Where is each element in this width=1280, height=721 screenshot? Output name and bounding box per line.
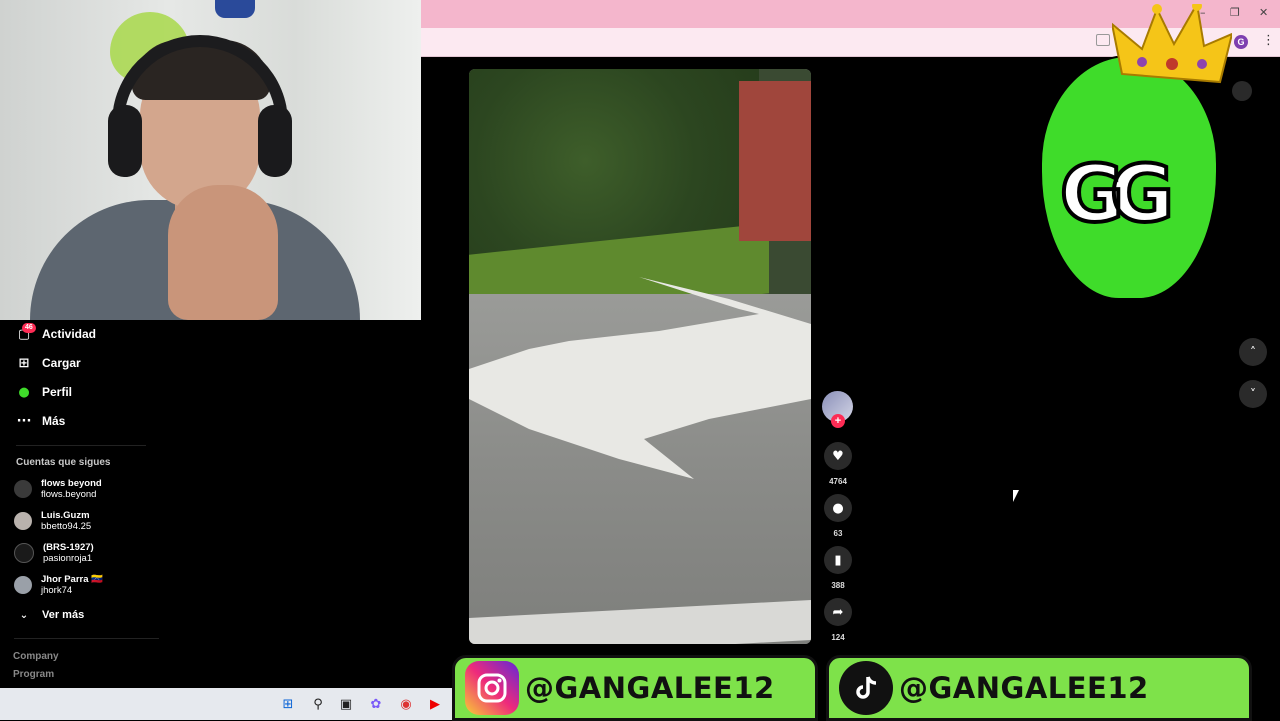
headphone-cup-right [258, 105, 292, 177]
webcam-overlay [0, 0, 421, 320]
video-player[interactable] [469, 69, 811, 644]
upload-icon: ⊞ [18, 355, 30, 371]
account-handle: pasionroja1 [43, 553, 93, 564]
wall-object [215, 0, 255, 18]
windows-start-icon[interactable]: ⊞ [280, 696, 296, 712]
tiktok-handle: @GANGALEE12 [899, 671, 1149, 705]
task-view-icon[interactable]: ▣ [338, 696, 354, 712]
footer-company-link[interactable]: Company [13, 651, 59, 662]
account-name: Luis.Guzm [41, 510, 90, 521]
account-handle: bbetto94.25 [41, 521, 92, 532]
see-more-button[interactable]: ⌄ Ver más [16, 604, 84, 626]
nav-activity-label: Actividad [42, 327, 97, 341]
sidebar-divider [14, 638, 159, 639]
account-name: flows beyond [41, 478, 102, 489]
account-avatar [14, 576, 32, 594]
streamer-hand [168, 185, 278, 320]
nav-upload-label: Cargar [42, 356, 81, 370]
instagram-banner: @GANGALEE12 [452, 655, 818, 721]
account-avatar [14, 512, 32, 530]
nav-profile[interactable]: ● Perfil [16, 381, 72, 403]
chevron-up-icon: ˄ [1250, 345, 1256, 359]
nav-profile-label: Perfil [42, 385, 73, 399]
mouse-cursor [1013, 490, 1019, 502]
like-count: 4764 [829, 477, 847, 486]
following-title: Cuentas que sigues [16, 457, 111, 468]
instagram-handle: @GANGALEE12 [525, 671, 775, 705]
share-icon[interactable]: ➦ [824, 598, 852, 626]
avatar[interactable] [1232, 81, 1252, 101]
previous-video-button[interactable]: ˄ [1239, 338, 1267, 366]
activity-badge: 46 [22, 323, 36, 333]
see-more-label: Ver más [42, 609, 85, 621]
follow-button[interactable]: + [831, 414, 845, 428]
account-name: Jhor Parra 🇻🇪 [41, 574, 103, 585]
mascot-logo-text: GG [1058, 148, 1176, 242]
nav-upload[interactable]: ⊞ Cargar [16, 352, 81, 374]
following-account[interactable]: flows beyond flows.beyond [14, 476, 102, 502]
heart-icon[interactable]: ♥ [824, 442, 852, 470]
footer-program-link[interactable]: Program [13, 669, 54, 680]
tiktok-icon [839, 661, 893, 715]
bookmark-icon[interactable]: ▮ [824, 546, 852, 574]
cast-icon[interactable] [1096, 34, 1110, 46]
browser-menu-icon[interactable]: ⋮ [1262, 33, 1275, 48]
road-arrow-marking [469, 277, 811, 479]
windows-taskbar [0, 688, 460, 720]
copilot-icon[interactable]: ✿ [368, 696, 384, 712]
next-video-button[interactable]: ˅ [1239, 380, 1267, 408]
following-account[interactable]: Jhor Parra 🇻🇪 jhork74 [14, 572, 103, 598]
tiktok-banner: @GANGALEE12 [826, 655, 1252, 721]
nav-more-label: Más [42, 414, 66, 428]
following-account[interactable]: (BRS-1927) pasionroja1 [14, 540, 94, 566]
account-name: (BRS-1927) [43, 542, 94, 553]
comment-icon[interactable]: ● [824, 494, 852, 522]
account-handle: flows.beyond [41, 489, 97, 500]
browser-profile-button[interactable]: G [1234, 35, 1248, 49]
nav-more[interactable]: ··· Más [16, 410, 66, 432]
comment-count: 63 [833, 529, 843, 538]
chrome-icon[interactable]: ◉ [398, 696, 414, 712]
close-window-button[interactable]: ✕ [1259, 6, 1268, 19]
account-handle: jhork74 [41, 585, 73, 596]
share-count: 124 [831, 633, 845, 642]
youtube-icon[interactable]: ▶ [427, 696, 443, 712]
crown-icon [1112, 4, 1232, 84]
more-icon: ··· [16, 413, 32, 429]
chevron-down-icon: ˅ [1250, 387, 1256, 401]
instagram-icon [465, 661, 519, 715]
video-building [739, 81, 811, 241]
save-count: 388 [831, 581, 845, 590]
profile-avatar-icon: ● [18, 384, 30, 400]
following-account[interactable]: Luis.Guzm bbetto94.25 [14, 508, 91, 534]
search-icon[interactable]: ⚲ [310, 696, 326, 712]
account-avatar [14, 543, 34, 563]
chevron-down-icon: ⌄ [19, 609, 29, 621]
sidebar-divider [16, 445, 146, 446]
headphone-cup-left [108, 105, 142, 177]
account-avatar [14, 480, 32, 498]
